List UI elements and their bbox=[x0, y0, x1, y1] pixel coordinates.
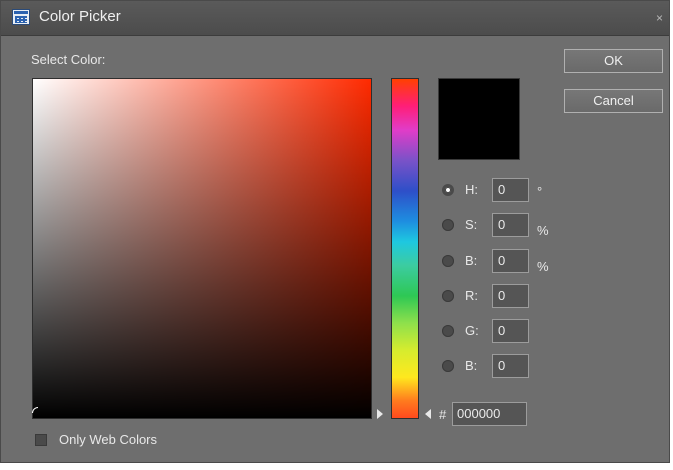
saturation-radio[interactable] bbox=[442, 219, 454, 231]
close-icon[interactable]: × bbox=[656, 12, 663, 24]
only-web-colors-checkbox[interactable] bbox=[35, 434, 47, 446]
saturation-field[interactable]: 0 bbox=[492, 213, 529, 237]
cancel-button[interactable]: Cancel bbox=[564, 89, 663, 113]
green-radio[interactable] bbox=[442, 325, 454, 337]
only-web-colors-label: Only Web Colors bbox=[59, 432, 158, 447]
saturation-brightness-field[interactable] bbox=[32, 78, 372, 419]
hue-slider-left-arrow-icon[interactable] bbox=[377, 409, 383, 419]
app-icon-grid bbox=[15, 16, 27, 23]
blue-label: B: bbox=[465, 358, 478, 373]
hue-radio[interactable] bbox=[442, 184, 454, 196]
green-label: G: bbox=[465, 323, 479, 338]
hue-slider-right-arrow-icon[interactable] bbox=[425, 409, 431, 419]
brightness-radio[interactable] bbox=[442, 255, 454, 267]
select-color-label: Select Color: bbox=[31, 52, 106, 67]
green-field[interactable]: 0 bbox=[492, 319, 529, 343]
current-color-swatch bbox=[438, 78, 520, 160]
window-title: Color Picker bbox=[39, 8, 121, 25]
hex-prefix: # bbox=[439, 407, 447, 422]
saturation-unit: % bbox=[537, 223, 549, 238]
hex-color-field[interactable]: 000000 bbox=[452, 402, 527, 426]
hue-field[interactable]: 0 bbox=[492, 178, 529, 202]
red-radio[interactable] bbox=[442, 290, 454, 302]
color-picker-app-icon bbox=[12, 9, 30, 25]
red-label: R: bbox=[465, 288, 478, 303]
blue-radio[interactable] bbox=[442, 360, 454, 372]
red-field[interactable]: 0 bbox=[492, 284, 529, 308]
brightness-field[interactable]: 0 bbox=[492, 249, 529, 273]
hue-slider[interactable] bbox=[391, 78, 419, 419]
saturation-label: S: bbox=[465, 217, 478, 232]
ok-button[interactable]: OK bbox=[564, 49, 663, 73]
title-bar[interactable]: Color Picker × bbox=[1, 1, 669, 36]
blue-field[interactable]: 0 bbox=[492, 354, 529, 378]
brightness-label: B: bbox=[465, 253, 478, 268]
color-picker-dialog: Color Picker × Select Color: OK Cancel H… bbox=[0, 0, 670, 463]
hue-label: H: bbox=[465, 182, 478, 197]
brightness-unit: % bbox=[537, 259, 549, 274]
hue-unit: ° bbox=[537, 184, 543, 199]
app-icon-bar bbox=[14, 11, 28, 14]
